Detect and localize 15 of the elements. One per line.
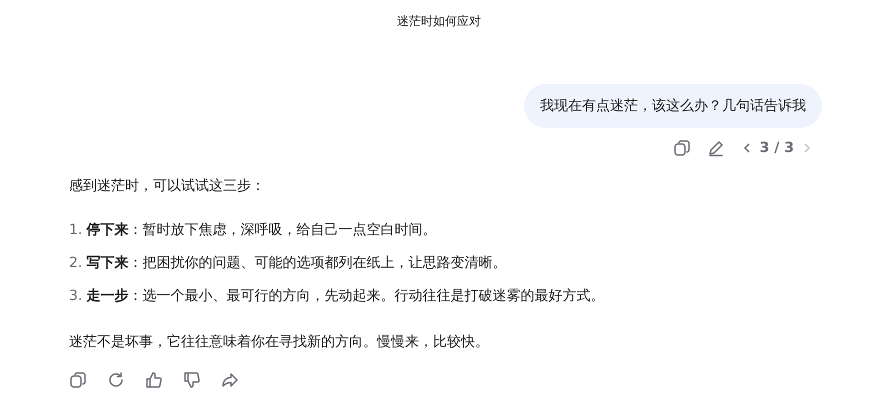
reply-closing: 迷茫不是坏事，它往往意味着你在寻找新的方向。慢慢来，比较快。 [69,333,490,352]
step-number: 1. [69,221,82,240]
page-counter: 3 / 3 [760,140,794,156]
step-text: 写下来：把困扰你的问题、可能的选项都列在纸上，让思路变清晰。 [86,254,506,273]
user-message: 我现在有点迷茫，该这么办？几句话告诉我 [524,84,822,128]
copy-icon[interactable] [68,370,88,390]
step-number: 2. [69,254,82,273]
reply-intro: 感到迷茫时，可以试试这三步： [69,177,266,196]
step-number: 3. [69,287,82,306]
step-text: 走一步：选一个最小、最可行的方向，先动起来。行动往往是打破迷雾的最好方式。 [86,287,604,306]
copy-icon[interactable] [672,138,692,158]
thumbs-down-icon[interactable] [182,370,202,390]
step-text: 停下来：暂时放下焦虑，深呼吸，给自己一点空白时间。 [86,221,436,240]
conversation-title: 迷茫时如何应对 [396,13,482,30]
thumbs-up-icon[interactable] [144,370,164,390]
